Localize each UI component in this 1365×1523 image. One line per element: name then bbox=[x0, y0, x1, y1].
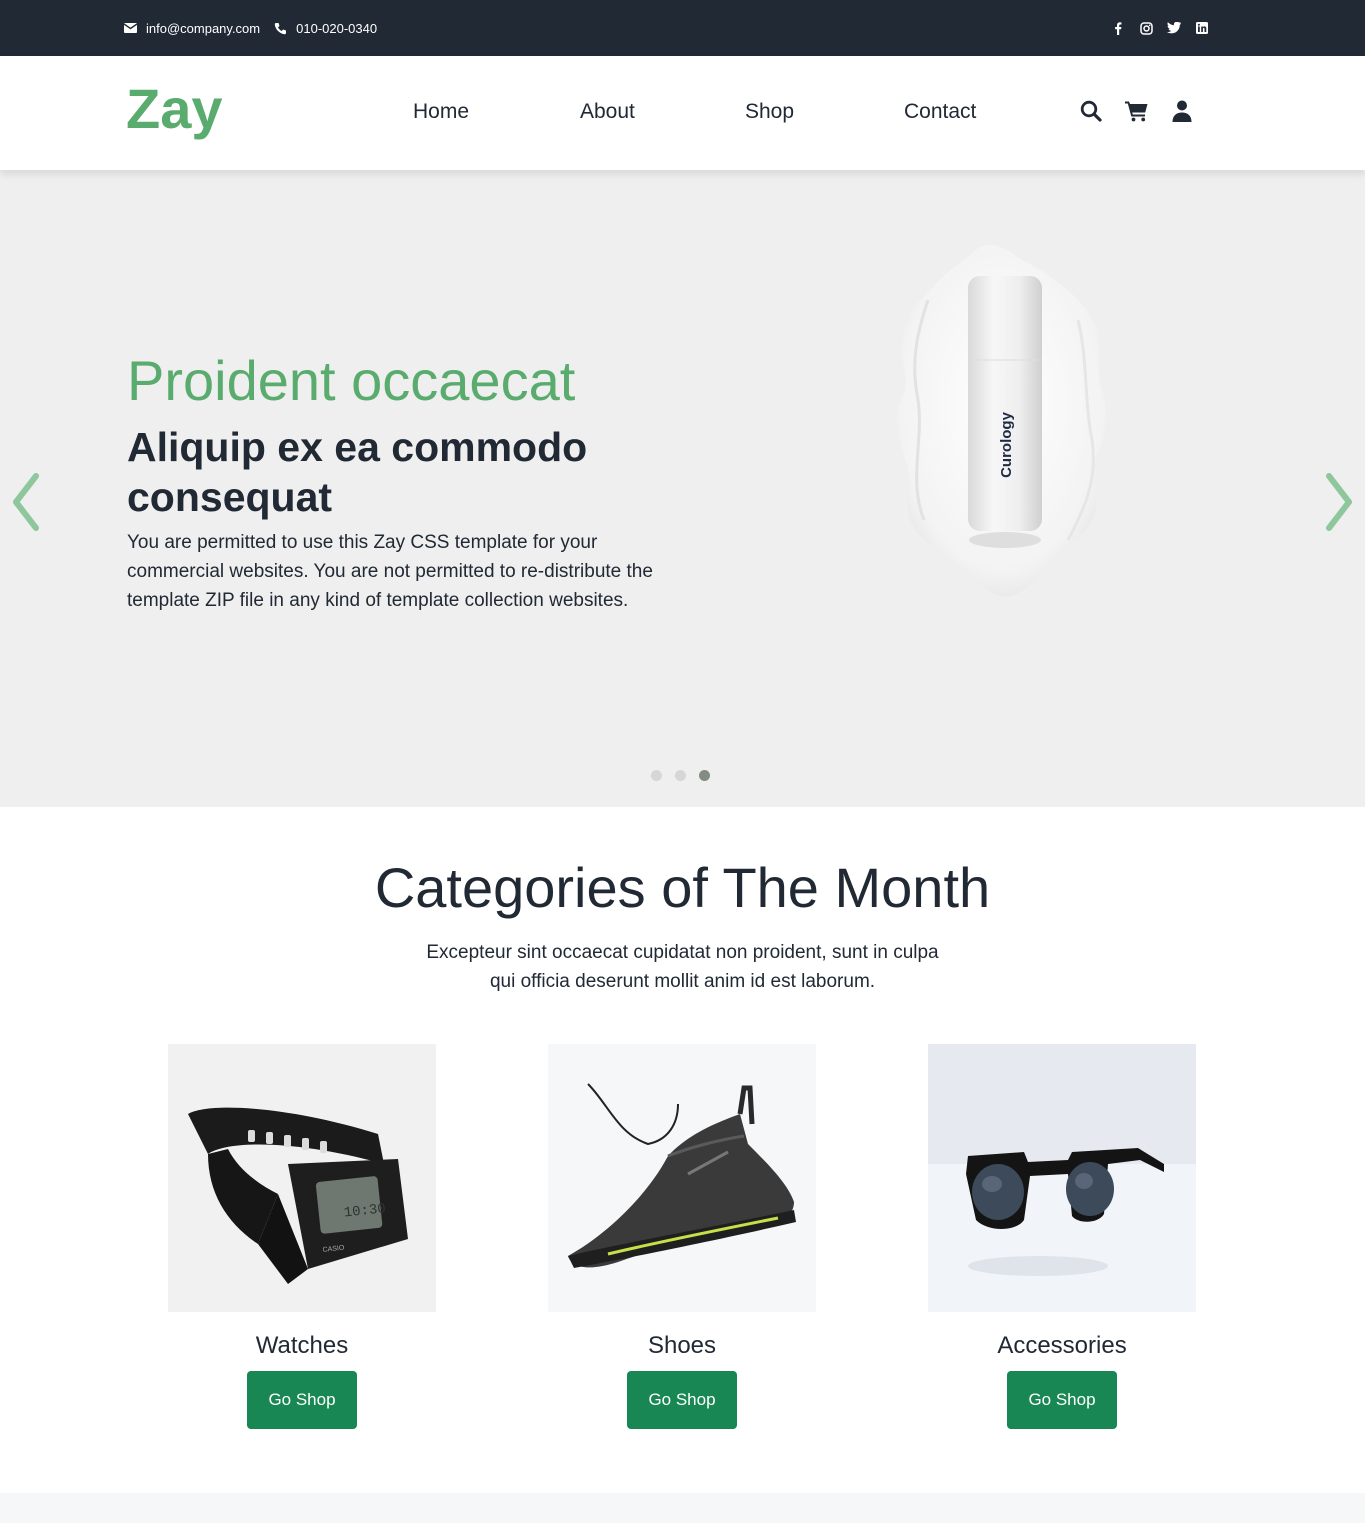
category-name-watches: Watches bbox=[255, 1332, 349, 1359]
carousel-indicators bbox=[651, 770, 723, 781]
hero-product-image: Curology bbox=[888, 240, 1128, 605]
search-icon[interactable] bbox=[1078, 98, 1104, 124]
email-text: info@company.com bbox=[146, 20, 261, 36]
user-icon[interactable] bbox=[1169, 98, 1195, 124]
email-link[interactable]: info@company.com bbox=[124, 21, 260, 36]
carousel-next-arrow[interactable] bbox=[1319, 470, 1359, 534]
phone-icon bbox=[274, 22, 287, 34]
social-links bbox=[1097, 0, 1209, 56]
cart-icon[interactable] bbox=[1124, 98, 1150, 124]
categories-title: Categories of The Month bbox=[374, 856, 991, 919]
go-shop-button-watches[interactable]: Go Shop bbox=[247, 1371, 357, 1429]
twitter-icon[interactable] bbox=[1167, 21, 1181, 35]
carousel-indicator-2[interactable] bbox=[675, 770, 686, 781]
facebook-icon[interactable] bbox=[1111, 21, 1125, 35]
product-brand-label: Curology bbox=[998, 411, 1015, 477]
category-card-shoes: Shoes Go Shop bbox=[548, 1044, 816, 1429]
main-header: Zay Home About Shop Contact bbox=[0, 56, 1365, 170]
hero-title: Proident occaecat bbox=[127, 349, 576, 412]
nav-shop[interactable]: Shop bbox=[745, 100, 794, 124]
phone-link[interactable]: 010-020-0340 bbox=[274, 21, 377, 36]
category-image-shoes[interactable] bbox=[548, 1044, 816, 1316]
category-card-watches: 10:30 CASIO Watches Go Shop bbox=[168, 1044, 436, 1429]
contact-info: info@company.com 010-020-0340 bbox=[124, 0, 391, 56]
nav-contact[interactable]: Contact bbox=[904, 100, 976, 124]
envelope-icon bbox=[124, 23, 137, 33]
nav-home[interactable]: Home bbox=[413, 100, 469, 124]
top-info-bar: info@company.com 010-020-0340 bbox=[0, 0, 1365, 56]
category-name-shoes: Shoes bbox=[647, 1332, 717, 1359]
category-image-accessories[interactable] bbox=[928, 1044, 1196, 1316]
next-section-strip bbox=[0, 1493, 1365, 1523]
hero-carousel: Proident occaecat Aliquip ex ea commodo … bbox=[0, 170, 1365, 807]
nav-about[interactable]: About bbox=[580, 100, 635, 124]
carousel-prev-arrow[interactable] bbox=[6, 470, 46, 534]
logo[interactable]: Zay bbox=[126, 76, 223, 141]
go-shop-button-accessories[interactable]: Go Shop bbox=[1007, 1371, 1117, 1429]
category-name-accessories: Accessories bbox=[997, 1332, 1127, 1359]
category-card-accessories: Accessories Go Shop bbox=[928, 1044, 1196, 1429]
carousel-indicator-3[interactable] bbox=[699, 770, 710, 781]
hero-description: You are permitted to use this Zay CSS te… bbox=[127, 532, 653, 611]
category-image-watches[interactable]: 10:30 CASIO bbox=[168, 1044, 436, 1316]
carousel-indicator-1[interactable] bbox=[651, 770, 662, 781]
categories-description: Excepteur sint occaecat cupidatat non pr… bbox=[426, 942, 939, 992]
go-shop-button-shoes[interactable]: Go Shop bbox=[627, 1371, 737, 1429]
phone-text: 010-020-0340 bbox=[296, 20, 378, 36]
linkedin-icon[interactable] bbox=[1195, 21, 1209, 35]
hero-subtitle: Aliquip ex ea commodo consequat bbox=[127, 424, 588, 520]
instagram-icon[interactable] bbox=[1139, 21, 1153, 35]
